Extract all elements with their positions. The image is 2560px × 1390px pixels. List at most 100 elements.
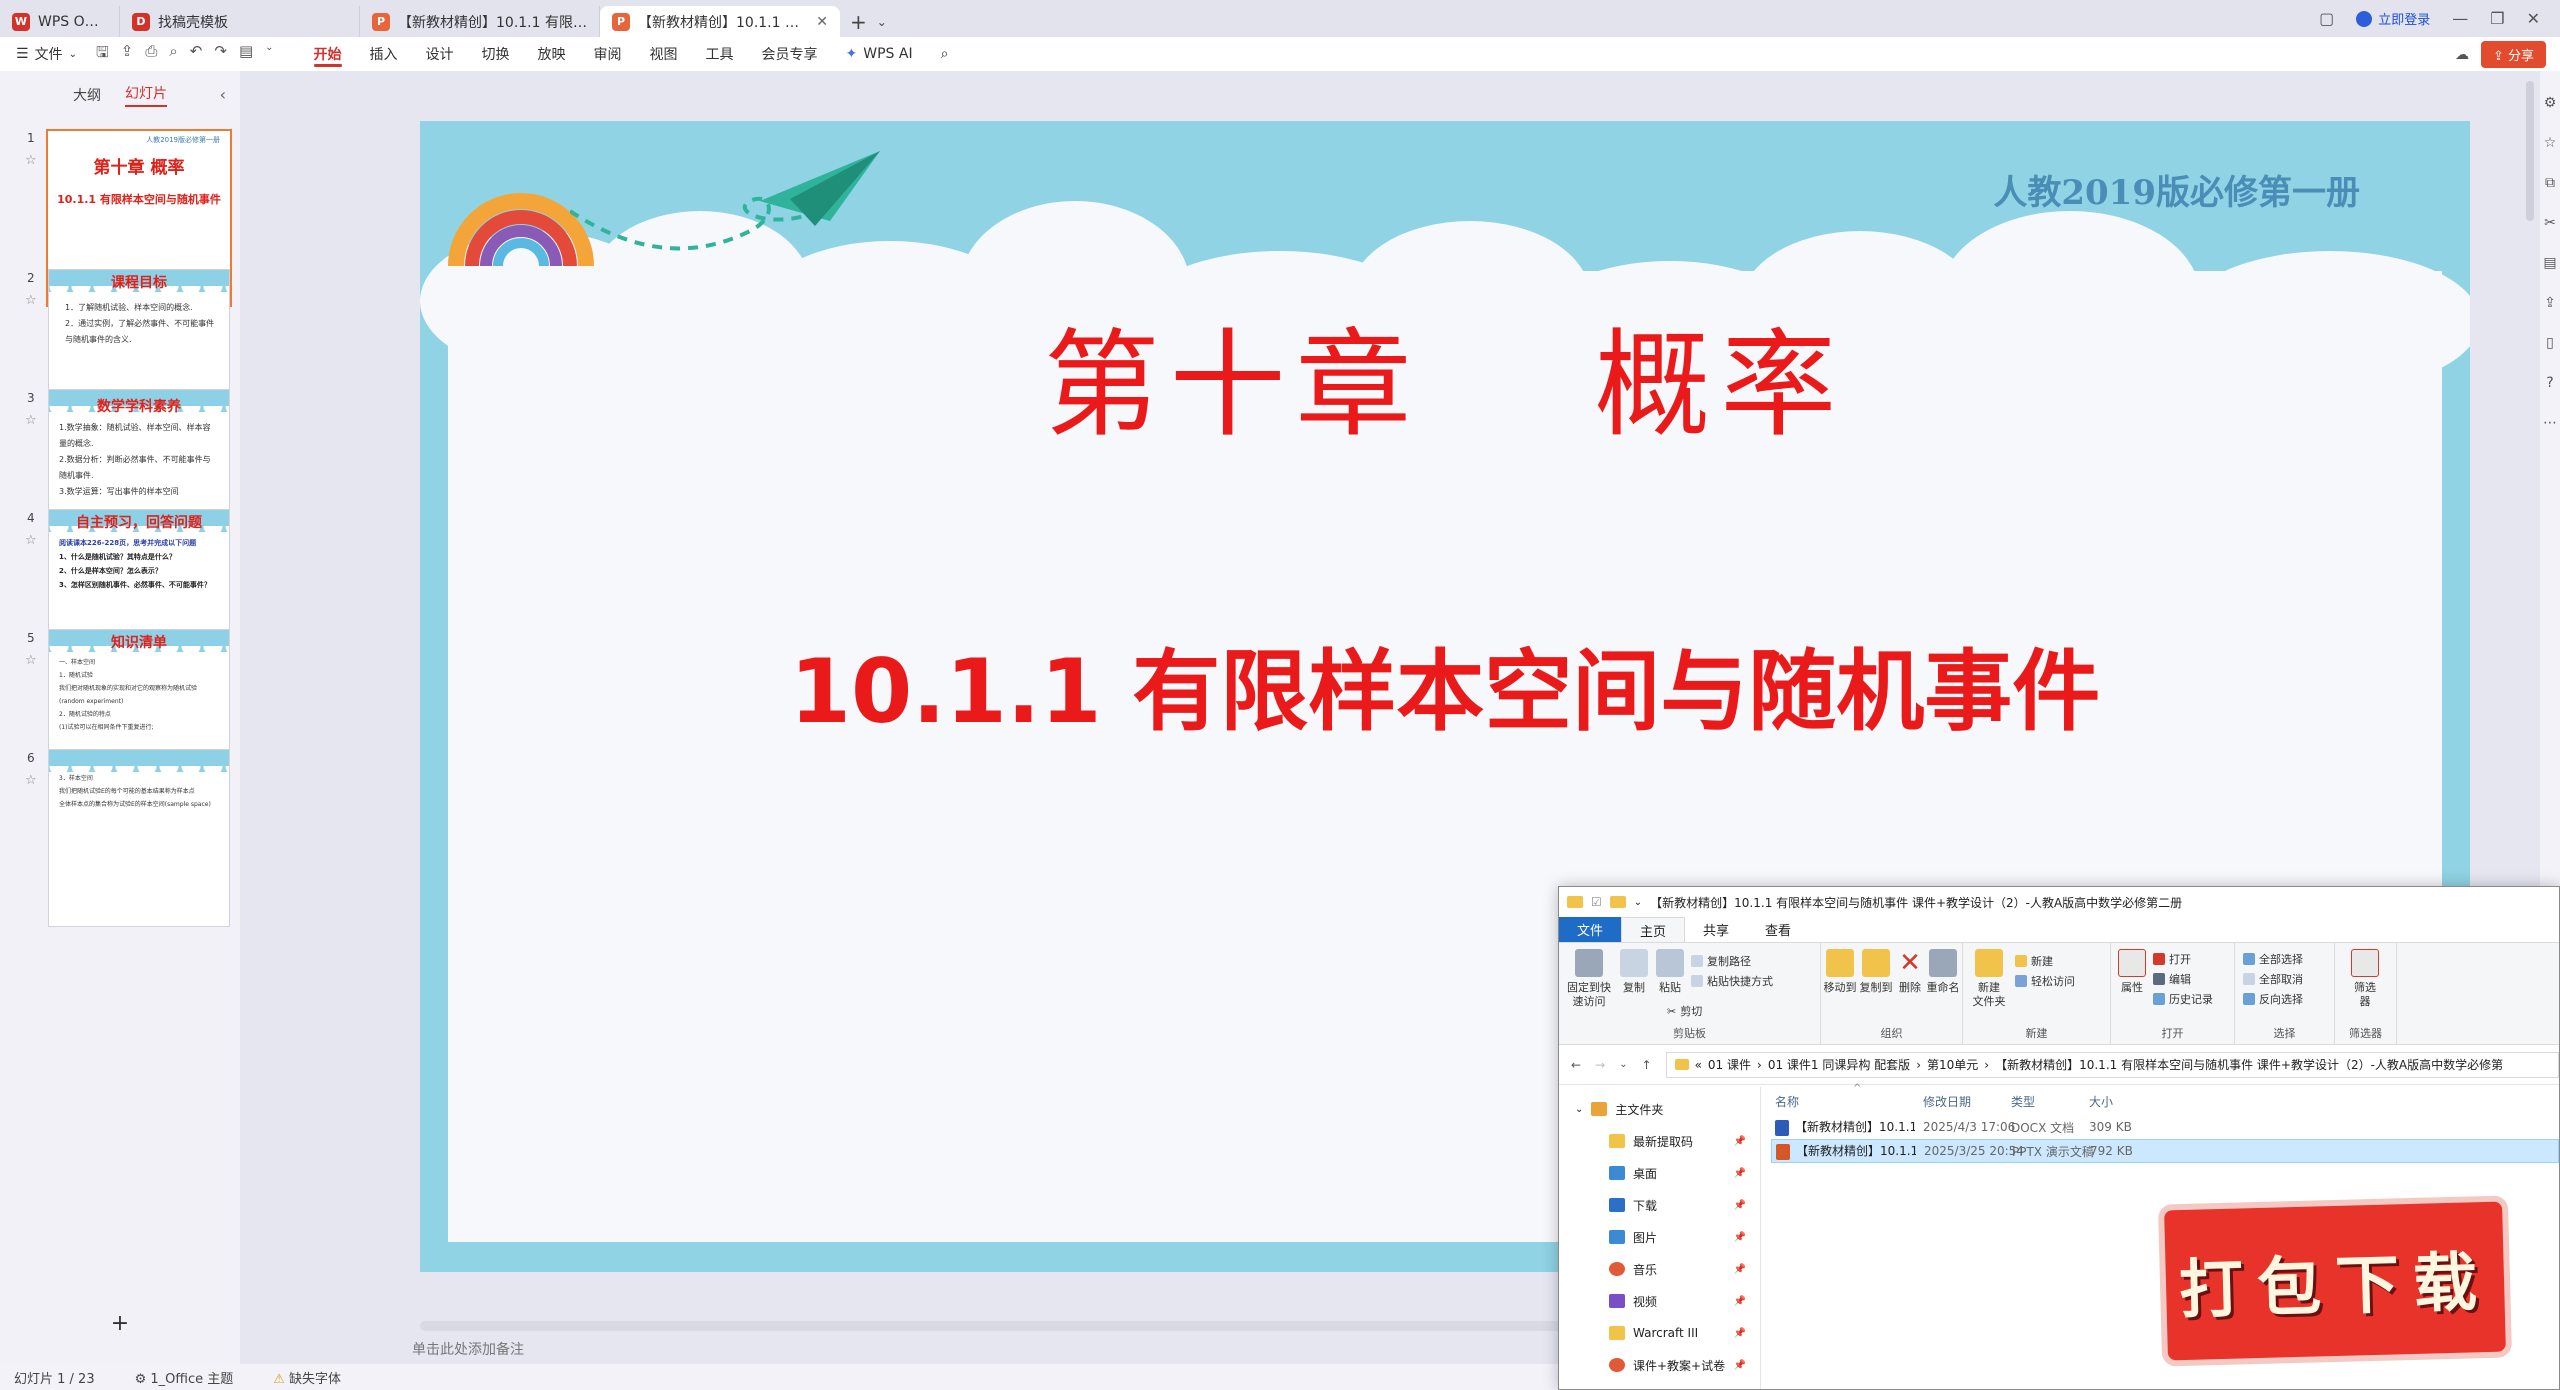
close-window-icon[interactable]: ✕ <box>2527 9 2540 28</box>
breadcrumb-item[interactable]: 01 课件1 同课异构 配套版 <box>1768 1056 1910 1073</box>
pin-icon[interactable]: 📌 <box>1734 1328 1746 1339</box>
pin-icon[interactable]: 📌 <box>1734 1200 1746 1211</box>
properties-button[interactable]: 属性 <box>2115 949 2149 995</box>
menu-home[interactable]: 开始 <box>300 37 356 71</box>
history-button[interactable]: 历史记录 <box>2153 991 2213 1007</box>
breadcrumb-item[interactable]: 01 课件 <box>1708 1056 1751 1073</box>
tab-ppt-1[interactable]: P 【新教材精创】10.1.1 有限样本空间 <box>360 6 600 37</box>
layers-icon[interactable]: ▤ <box>2540 255 2560 271</box>
minimize-icon[interactable]: — <box>2452 9 2468 28</box>
tab-outline[interactable]: 大纲 <box>73 85 101 105</box>
move-to-button[interactable]: 移动到 <box>1823 949 1857 995</box>
star-icon[interactable]: ☆ <box>25 153 37 168</box>
share-button[interactable]: ⇪ 分享 <box>2480 41 2546 68</box>
pin-icon[interactable]: 📌 <box>1734 1168 1746 1179</box>
star-icon[interactable]: ☆ <box>25 293 37 308</box>
nav-item-courseware[interactable]: 课件+教案+试卷 📌 <box>1559 1349 1760 1381</box>
menu-design[interactable]: 设计 <box>412 37 468 71</box>
invert-selection-button[interactable]: 反向选择 <box>2243 991 2303 1007</box>
easy-access-button[interactable]: 轻松访问 <box>2015 973 2075 989</box>
menu-slideshow[interactable]: 放映 <box>524 37 580 71</box>
slide-title[interactable]: 第十章 概率 <box>420 291 2470 459</box>
cut-button[interactable]: ✂ 剪切 <box>1667 1003 1702 1019</box>
format-painter-icon[interactable]: ▤ <box>239 42 253 67</box>
book-icon[interactable]: ▯ <box>2540 335 2560 351</box>
nav-item-music[interactable]: 音乐 📌 <box>1559 1253 1760 1285</box>
copy-path-button[interactable]: 复制路径 <box>1691 953 1751 969</box>
copy-to-button[interactable]: 复制到 <box>1859 949 1893 995</box>
menu-wps-ai[interactable]: ✦ WPS AI <box>832 37 927 71</box>
address-bar[interactable]: « 01 课件 › 01 课件1 同课异构 配套版 › 第10单元 › 【新教材… <box>1665 1051 2559 1078</box>
pin-quick-access-button[interactable]: 固定到快 速访问 <box>1563 949 1615 1009</box>
star-icon[interactable]: ☆ <box>25 533 37 548</box>
forward-icon[interactable]: → <box>1595 1058 1605 1072</box>
tab-ppt-active[interactable]: P 【新教材精创】10.1.1 有限样 ✕ <box>600 6 840 37</box>
column-size[interactable]: 大小 <box>2089 1093 2113 1110</box>
nav-item-warcraft[interactable]: Warcraft III 📌 <box>1559 1317 1760 1349</box>
breadcrumb-item[interactable]: 第10单元 <box>1927 1056 1978 1073</box>
tab-view[interactable]: 查看 <box>1747 917 1809 942</box>
copy-button[interactable]: 复制 <box>1617 949 1651 995</box>
tab-wps-office[interactable]: W WPS Office <box>0 6 120 37</box>
pin-icon[interactable]: 📌 <box>1734 1360 1746 1371</box>
menu-insert[interactable]: 插入 <box>356 37 412 71</box>
package-download-badge[interactable]: 打包下载 <box>2157 1195 2513 1367</box>
chevron-down-icon[interactable]: ⌄ <box>1619 1059 1627 1070</box>
chevron-down-icon[interactable]: ⌄ <box>1634 897 1642 908</box>
tab-file[interactable]: 文件 <box>1559 917 1622 942</box>
undo-icon[interactable]: ↶ <box>190 42 203 67</box>
paste-button[interactable]: 粘贴 <box>1653 949 1687 995</box>
tab-template[interactable]: D 找稿壳模板 <box>120 6 360 37</box>
print-icon[interactable]: ⎙ <box>145 42 157 67</box>
new-folder-icon[interactable] <box>1609 896 1626 908</box>
edit-button[interactable]: 编辑 <box>2153 971 2191 987</box>
rename-button[interactable]: 重命名 <box>1925 949 1961 995</box>
export-icon[interactable]: ⇪ <box>2540 295 2560 311</box>
properties-icon[interactable]: ☑ <box>1591 895 1602 909</box>
menu-member[interactable]: 会员专享 <box>748 37 832 71</box>
file-menu[interactable]: ☰ 文件 ⌄ <box>0 44 96 64</box>
menu-tools[interactable]: 工具 <box>692 37 748 71</box>
pin-icon[interactable]: 📌 <box>1734 1264 1746 1275</box>
nav-item-desktop[interactable]: 桌面 📌 <box>1559 1157 1760 1189</box>
nav-item-extract-code[interactable]: 最新提取码 📌 <box>1559 1125 1760 1157</box>
chevron-down-icon[interactable]: ⌄ <box>877 15 887 29</box>
slide-subtitle[interactable]: 10.1.1 有限样本空间与随机事件 <box>420 621 2470 748</box>
help-icon[interactable]: ? <box>2540 375 2560 391</box>
pin-icon[interactable]: 📌 <box>1734 1136 1746 1147</box>
column-type[interactable]: 类型 <box>2011 1093 2035 1110</box>
delete-button[interactable]: ✕ 删除 <box>1895 949 1925 995</box>
breadcrumb-item[interactable]: 【新教材精创】10.1.1 有限样本空间与随机事件 课件+教学设计（2）-人教A… <box>1995 1056 2503 1073</box>
up-icon[interactable]: ↑ <box>1642 1058 1652 1072</box>
sliders-icon[interactable]: ⚙ <box>2540 95 2560 111</box>
chevron-down-icon[interactable]: ⌄ <box>265 42 273 67</box>
slide-thumbnail-6[interactable]: 6 ☆ 3．样本空间 我们把随机试验E的每个可能的基本结果称为样本点 全体样本点… <box>0 749 240 929</box>
cloud-sync-icon[interactable]: ☁ <box>2455 47 2469 63</box>
restore-tabs-icon[interactable]: ▢ <box>2319 9 2334 28</box>
redo-icon[interactable]: ↷ <box>214 42 227 67</box>
new-folder-button[interactable]: 新建 文件夹 <box>1967 949 2011 1009</box>
column-date[interactable]: 修改日期 <box>1923 1093 1971 1110</box>
new-tab-icon[interactable]: + <box>850 10 867 34</box>
close-icon[interactable]: ✕ <box>816 14 828 30</box>
pin-icon[interactable]: 📌 <box>1734 1232 1746 1243</box>
nav-item-home[interactable]: ⌄ 主文件夹 <box>1559 1093 1760 1125</box>
back-icon[interactable]: ← <box>1571 1058 1581 1072</box>
star-icon[interactable]: ☆ <box>25 413 37 428</box>
tab-share[interactable]: 共享 <box>1685 917 1747 942</box>
column-name[interactable]: 名称 <box>1775 1093 1799 1110</box>
copy-icon[interactable]: ⧉ <box>2540 175 2560 191</box>
add-slide-button[interactable]: + <box>0 1311 240 1336</box>
tab-slides[interactable]: 幻灯片 <box>125 83 167 107</box>
pin-icon[interactable]: 📌 <box>1734 1296 1746 1307</box>
select-all-button[interactable]: 全部选择 <box>2243 951 2303 967</box>
nav-item-pictures[interactable]: 图片 📌 <box>1559 1221 1760 1253</box>
vertical-scrollbar[interactable] <box>2526 81 2534 221</box>
star-icon[interactable]: ☆ <box>25 773 37 788</box>
new-item-button[interactable]: 新建 <box>2015 953 2053 969</box>
save-icon[interactable]: 🖫 <box>96 42 109 67</box>
tab-home[interactable]: 主页 <box>1621 917 1686 942</box>
open-button[interactable]: 打开 <box>2153 951 2191 967</box>
shape-icon[interactable]: ☆ <box>2540 135 2560 151</box>
preview-icon[interactable]: ⌕ <box>169 42 177 67</box>
